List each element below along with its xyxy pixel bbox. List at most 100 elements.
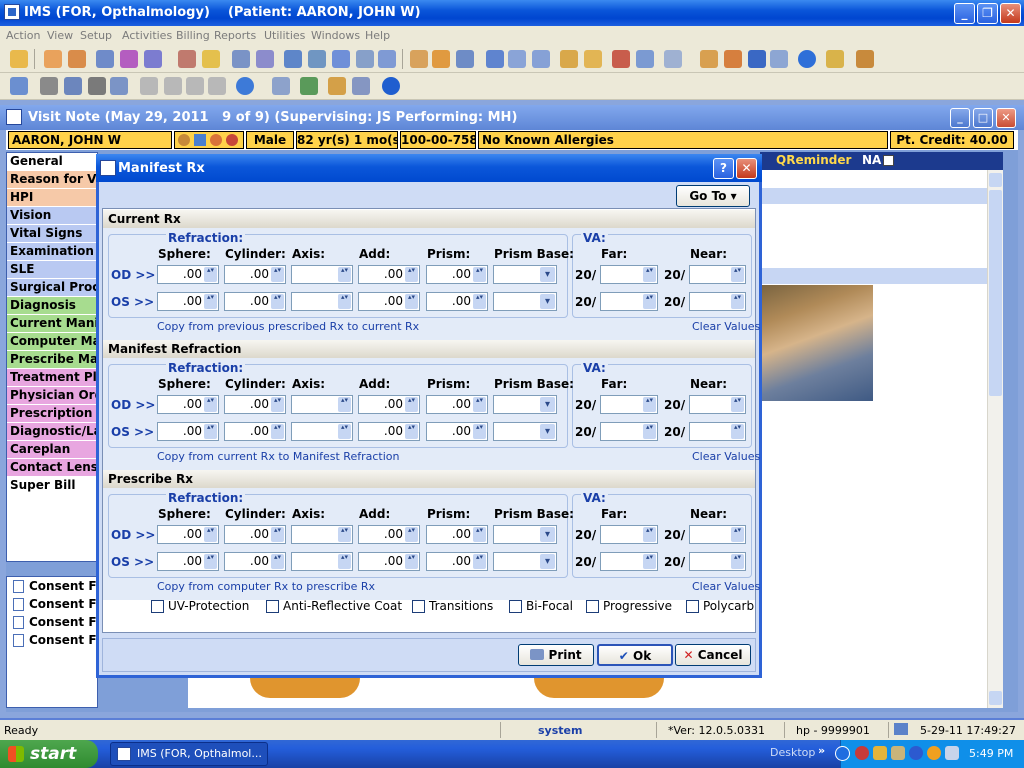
- settings-icon[interactable]: [356, 50, 374, 68]
- consent-item[interactable]: Consent Form: [7, 595, 97, 613]
- consent-item[interactable]: Consent Form: [7, 577, 97, 595]
- lab-icon[interactable]: [202, 50, 220, 68]
- nav-item[interactable]: Diagnostic/Lab: [7, 423, 97, 441]
- od-add-input[interactable]: .00: [358, 265, 420, 284]
- print-preview-icon[interactable]: [664, 50, 682, 68]
- document-icon[interactable]: [232, 50, 250, 68]
- option-checkbox[interactable]: Progressive: [586, 599, 672, 613]
- nav-item[interactable]: HPI: [7, 189, 97, 207]
- pen-icon[interactable]: [120, 50, 138, 68]
- na-checkbox[interactable]: [883, 155, 894, 166]
- open-icon[interactable]: [10, 77, 28, 95]
- os-near-input[interactable]: [689, 292, 746, 311]
- nav-item[interactable]: Super Bill: [7, 477, 97, 495]
- nav-item[interactable]: Diagnosis: [7, 297, 97, 315]
- tray-back-icon[interactable]: [835, 746, 850, 761]
- close-button[interactable]: ✕: [1000, 3, 1021, 24]
- copy-icon[interactable]: [272, 77, 290, 95]
- od-prism-base-select[interactable]: [493, 525, 557, 544]
- os-prism-base-select[interactable]: [493, 422, 557, 441]
- nav-item[interactable]: Prescribe Manifest: [7, 351, 97, 369]
- nav-item[interactable]: Treatment Plan: [7, 369, 97, 387]
- copy-link[interactable]: Copy from current Rx to Manifest Refract…: [157, 450, 399, 463]
- nav-item[interactable]: Prescription: [7, 405, 97, 423]
- nav-item[interactable]: Physician Orders: [7, 387, 97, 405]
- menu-help[interactable]: Help: [365, 29, 390, 42]
- tray-volume-icon[interactable]: [945, 746, 959, 760]
- menu-action[interactable]: Action: [6, 29, 40, 42]
- bar-chart-icon[interactable]: [612, 50, 630, 68]
- first-record-icon[interactable]: [140, 77, 158, 95]
- note-scrollbar[interactable]: [987, 170, 1003, 708]
- settings-gear-icon[interactable]: [40, 77, 58, 95]
- visit-minimize-button[interactable]: _: [950, 108, 970, 128]
- copy-link[interactable]: Copy from computer Rx to prescribe Rx: [157, 580, 375, 593]
- report-icon[interactable]: [256, 50, 274, 68]
- menu-windows[interactable]: Windows: [311, 29, 360, 42]
- desktop-toolbar-label[interactable]: Desktop: [770, 746, 815, 759]
- visit-maximize-button[interactable]: □: [973, 108, 993, 128]
- send-icon[interactable]: [486, 50, 504, 68]
- scroll-up-icon[interactable]: [989, 173, 1002, 187]
- od-axis-input[interactable]: [291, 395, 353, 414]
- clear-values-link[interactable]: Clear Values: [692, 320, 760, 333]
- od-near-input[interactable]: [689, 525, 746, 544]
- os-prism-input[interactable]: .00: [426, 422, 488, 441]
- os-cylinder-input[interactable]: .00: [224, 422, 286, 441]
- option-checkbox[interactable]: UV-Protection: [151, 599, 249, 613]
- os-prism-input[interactable]: .00: [426, 292, 488, 311]
- folder-icon[interactable]: [560, 50, 578, 68]
- os-add-input[interactable]: .00: [358, 422, 420, 441]
- tray-shield-icon[interactable]: [873, 746, 887, 760]
- refresh-icon[interactable]: [236, 77, 254, 95]
- clear-values-link[interactable]: Clear Values: [692, 450, 760, 463]
- lock-icon[interactable]: [826, 50, 844, 68]
- box-icon[interactable]: [508, 50, 526, 68]
- last-record-icon[interactable]: [208, 77, 226, 95]
- od-near-input[interactable]: [689, 395, 746, 414]
- start-button[interactable]: start: [0, 740, 98, 768]
- claim-icon[interactable]: [308, 50, 326, 68]
- stats-icon[interactable]: [636, 50, 654, 68]
- link-icon[interactable]: [110, 77, 128, 95]
- od-axis-input[interactable]: [291, 525, 353, 544]
- menu-setup[interactable]: Setup: [80, 29, 112, 42]
- nav-item[interactable]: Reason for Visit: [7, 171, 97, 189]
- option-checkbox[interactable]: Bi-Focal: [509, 599, 573, 613]
- nav-item[interactable]: SLE: [7, 261, 97, 279]
- od-sphere-input[interactable]: .00: [157, 265, 219, 284]
- cancel-button[interactable]: ✕ Cancel: [675, 644, 751, 666]
- od-sphere-input[interactable]: .00: [157, 525, 219, 544]
- prev-record-icon[interactable]: [164, 77, 182, 95]
- ok-button[interactable]: ✔ Ok: [597, 644, 673, 666]
- nav-item[interactable]: Computer Manifest: [7, 333, 97, 351]
- note-icon[interactable]: [144, 50, 162, 68]
- od-cylinder-input[interactable]: .00: [224, 265, 286, 284]
- os-sphere-input[interactable]: .00: [157, 422, 219, 441]
- minimize-button[interactable]: _: [954, 3, 975, 24]
- od-axis-input[interactable]: [291, 265, 353, 284]
- check-list-icon[interactable]: [300, 77, 318, 95]
- next-record-icon[interactable]: [186, 77, 204, 95]
- od-far-input[interactable]: [600, 395, 658, 414]
- close-circle-icon[interactable]: [382, 77, 400, 95]
- option-checkbox[interactable]: Transitions: [412, 599, 493, 613]
- restore-button[interactable]: ❐: [977, 3, 998, 24]
- patient-icon[interactable]: [10, 50, 28, 68]
- os-add-input[interactable]: .00: [358, 552, 420, 571]
- od-far-input[interactable]: [600, 525, 658, 544]
- od-prism-base-select[interactable]: [493, 395, 557, 414]
- os-sphere-input[interactable]: .00: [157, 292, 219, 311]
- word-icon[interactable]: [748, 50, 766, 68]
- tray-app-icon[interactable]: [891, 746, 905, 760]
- grid-icon[interactable]: [410, 50, 428, 68]
- od-cylinder-input[interactable]: .00: [224, 395, 286, 414]
- copy-link[interactable]: Copy from previous prescribed Rx to curr…: [157, 320, 419, 333]
- od-far-input[interactable]: [600, 265, 658, 284]
- nav-item[interactable]: Surgical Procedures: [7, 279, 97, 297]
- rx-icon[interactable]: [178, 50, 196, 68]
- option-checkbox[interactable]: Polycarb: [686, 599, 754, 613]
- od-prism-base-select[interactable]: [493, 265, 557, 284]
- od-cylinder-input[interactable]: .00: [224, 525, 286, 544]
- nav-item[interactable]: Vision: [7, 207, 97, 225]
